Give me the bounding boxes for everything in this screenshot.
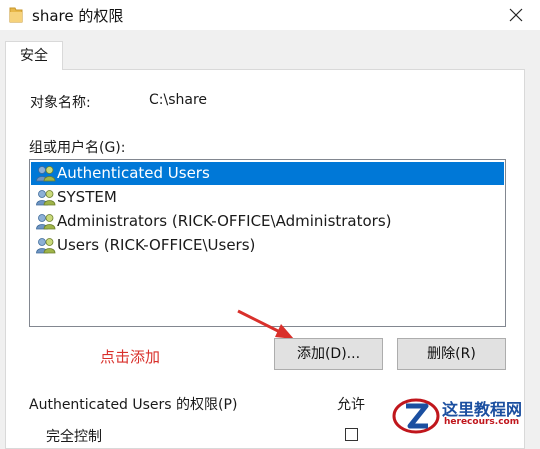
add-button[interactable]: 添加(D)... (274, 338, 383, 370)
groups-label: 组或用户名(G): (29, 140, 126, 156)
close-button[interactable] (494, 0, 540, 30)
remove-button[interactable]: 删除(R) (397, 338, 506, 370)
watermark-url: herecours.com (444, 417, 520, 427)
list-item-label: Authenticated Users (57, 164, 210, 182)
users-icon (36, 189, 56, 206)
object-name-label: 对象名称: (30, 95, 91, 111)
users-icon (36, 165, 56, 182)
tab-security[interactable]: 安全 (5, 41, 63, 70)
permission-row-label: 完全控制 (46, 429, 102, 445)
allow-column-header: 允许 (337, 397, 365, 413)
users-icon (36, 213, 56, 230)
object-name-value: C:\share (149, 92, 208, 108)
users-icon (36, 237, 56, 254)
list-item-users[interactable]: Users (RICK-OFFICE\Users) (31, 234, 504, 257)
title-bar: share 的权限 (0, 0, 540, 30)
permissions-label: Authenticated Users 的权限(P) (29, 397, 238, 413)
groups-listbox[interactable]: Authenticated Users SYSTEM Administrator… (29, 159, 506, 327)
list-item-label: Administrators (RICK-OFFICE\Administrato… (57, 212, 392, 230)
allow-checkbox[interactable] (345, 428, 358, 441)
close-icon (509, 8, 523, 22)
list-item-system[interactable]: SYSTEM (31, 186, 504, 209)
list-item-administrators[interactable]: Administrators (RICK-OFFICE\Administrato… (31, 210, 504, 233)
window-title: share 的权限 (32, 7, 124, 25)
list-item-authenticated-users[interactable]: Authenticated Users (31, 162, 504, 185)
watermark-logo-icon (392, 398, 440, 434)
click-add-hint: 点击添加 (100, 348, 161, 366)
list-item-label: SYSTEM (57, 188, 117, 206)
list-item-label: Users (RICK-OFFICE\Users) (57, 236, 256, 254)
folder-icon (9, 6, 23, 23)
watermark: 这里教程网 herecours.com (392, 394, 540, 437)
